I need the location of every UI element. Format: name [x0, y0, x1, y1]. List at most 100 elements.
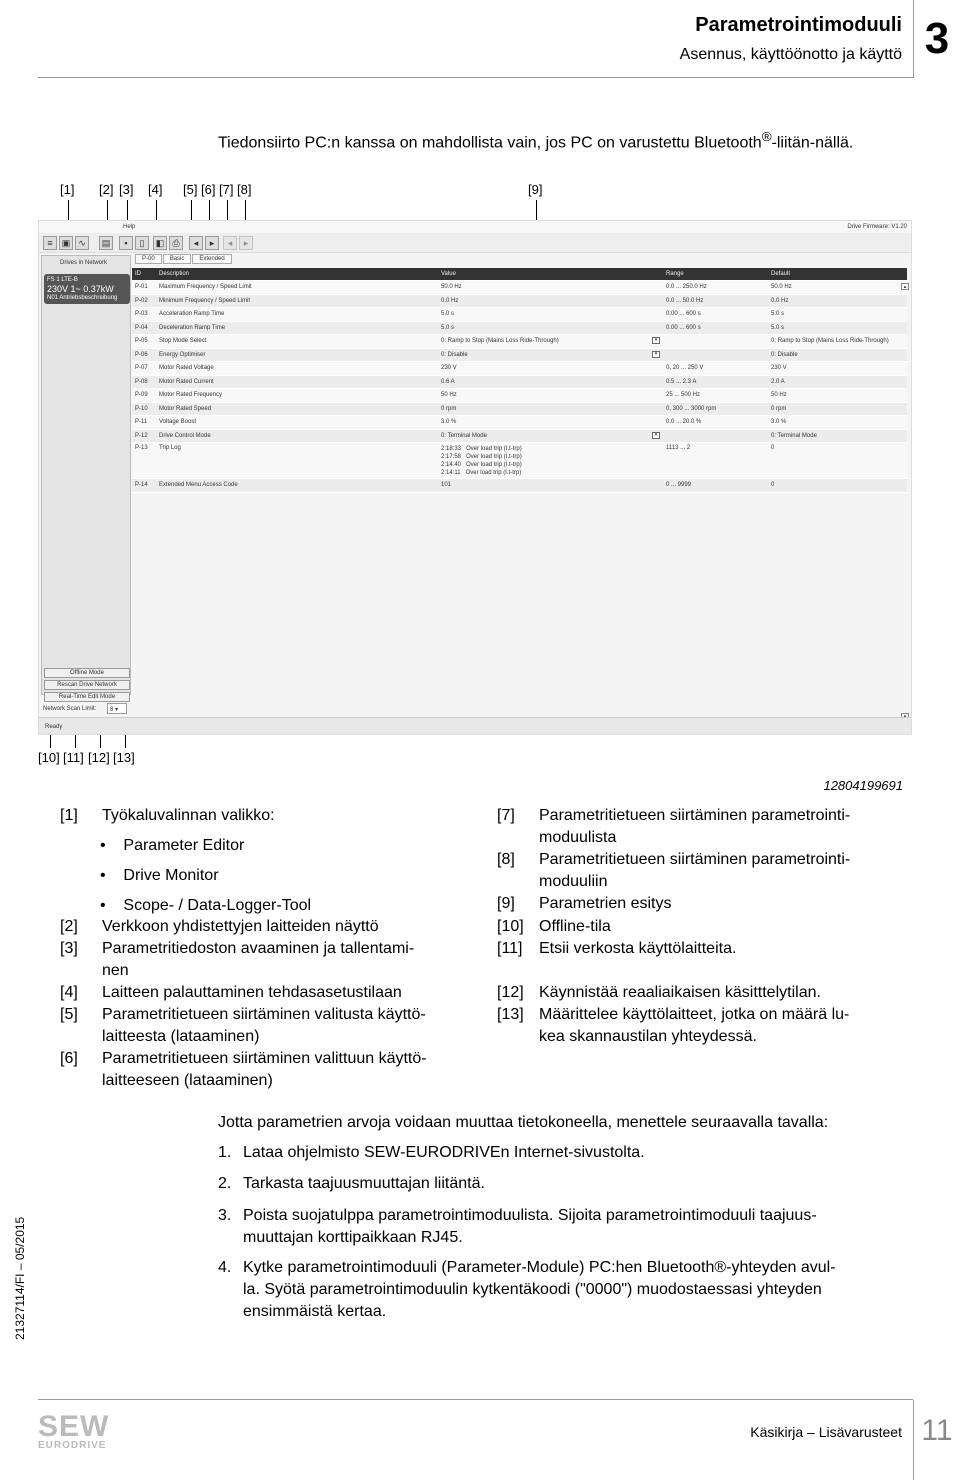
- legend-number: [3]: [60, 940, 78, 957]
- table-header: ID Description Value Range Default: [132, 268, 907, 281]
- table-row[interactable]: P-04 Deceleration Ramp Time 5.0 s 0.00 ... …: [132, 321, 907, 335]
- table-row[interactable]: P-07 Motor Rated Voltage 230 V 0, 20 ... 25…: [132, 362, 907, 376]
- cell-range: 0.00 ... 600 s: [666, 324, 701, 331]
- callout-label: [5]: [183, 182, 198, 197]
- table-row[interactable]: P-03 Acceleration Ramp Time 5.0 s 0.00 ... …: [132, 308, 907, 322]
- column-header[interactable]: Value: [441, 271, 666, 277]
- download-to-drive-icon[interactable]: ▸: [205, 236, 219, 250]
- legend-text: Parametritiedoston avaaminen ja tallenta…: [102, 940, 415, 979]
- dropdown-arrow-icon[interactable]: ▾: [652, 350, 660, 358]
- eurodrive-logo-text: EURODRIVE: [38, 1440, 107, 1451]
- cell-range: 25 ... 500 Hz: [666, 392, 701, 399]
- table-row[interactable]: P-14 Extended Menu Access Code 101 0 ... 99…: [132, 479, 907, 493]
- status-bar: Ready: [39, 717, 911, 734]
- cell-value: 0 rpm: [441, 405, 457, 412]
- monitor-icon[interactable]: ▣: [59, 236, 73, 250]
- table-row[interactable]: P-06 Energy Optimiser 0: Disable ▾ 0: Disabl…: [132, 348, 907, 362]
- drive-item[interactable]: FS 1 LTE-B 230V 1~ 0.37kW N01 Antriebsbe…: [44, 274, 130, 304]
- step-number: 1.: [218, 1144, 232, 1161]
- cell-range: 0.0 ... 20.0 %: [666, 419, 702, 426]
- callout-label: [7]: [219, 182, 234, 197]
- cell-desc: Motor Rated Current: [159, 378, 214, 385]
- callout-label: [13]: [113, 750, 135, 765]
- tab-basic[interactable]: Basic: [162, 254, 192, 264]
- table-row[interactable]: P-08 Motor Rated Current 0.6 A 0.5 ... 2.3 …: [132, 375, 907, 389]
- cell-def: 0: [771, 445, 775, 451]
- cell-range: 0.5 ... 2.3 A: [666, 378, 697, 385]
- legend-number: [11]: [497, 940, 523, 957]
- cell-def: 0: [771, 482, 775, 489]
- table-row[interactable]: P-01 Maximum Frequency / Speed Limit 50.0 …: [132, 281, 907, 295]
- callout-label: [3]: [119, 182, 134, 197]
- tab-extended[interactable]: Extended: [192, 254, 232, 264]
- menu-bar: Help Drive Firmware: V1.20: [39, 221, 911, 233]
- upload-from-module-icon[interactable]: ◂: [223, 236, 237, 250]
- sew-logo: SEW: [38, 1410, 110, 1443]
- cell-id: P-01: [135, 284, 148, 291]
- legend-text: Offline-tila: [539, 918, 611, 935]
- cell-range: 0.0 ... 250.0 Hz: [666, 284, 707, 291]
- column-header[interactable]: Default: [771, 271, 907, 277]
- cell-id: P-03: [135, 311, 148, 318]
- open-file-icon[interactable]: ▯: [135, 236, 149, 250]
- print-icon[interactable]: ⎙: [169, 236, 183, 250]
- cell-range: 0.0 ... 50.0 Hz: [666, 297, 704, 304]
- cell-desc: Acceleration Ramp Time: [159, 311, 225, 318]
- cell-desc: Stop Mode Select: [159, 338, 207, 345]
- table-row[interactable]: P-12 Drive Control Mode 0: Terminal Mode ▾ 0…: [132, 429, 907, 443]
- menu-help[interactable]: Help: [123, 224, 135, 230]
- tab-p00[interactable]: P-00: [135, 254, 162, 264]
- column-header[interactable]: Description: [159, 271, 441, 277]
- step-text: Kytke parametrointimoduuli (Parameter-Mo…: [243, 1259, 836, 1320]
- cell-id: P-10: [135, 405, 148, 412]
- table-row[interactable]: P-02 Minimum Frequency / Speed Limit 0.0 H…: [132, 294, 907, 308]
- cell-desc: Motor Rated Frequency: [159, 392, 223, 399]
- table-row[interactable]: P-11 Voltage Boost 3.0 % 0.0 ... 20.0 % 3.0 …: [132, 416, 907, 430]
- tool-list-icon[interactable]: ≡: [43, 236, 57, 250]
- cell-value: 0.6 A: [441, 378, 455, 385]
- legend-number: [1]: [60, 807, 78, 824]
- callout-label: [4]: [148, 182, 163, 197]
- cell-id: P-12: [135, 432, 148, 439]
- cell-def: 0 rpm: [771, 405, 787, 412]
- scope-icon[interactable]: ∿: [75, 236, 89, 250]
- column-header[interactable]: ID: [132, 271, 159, 277]
- header-subtitle: Asennus, käyttöönotto ja käyttö: [679, 46, 902, 63]
- scroll-up-icon[interactable]: ▴: [901, 283, 909, 290]
- download-to-module-icon[interactable]: ▸: [239, 236, 253, 250]
- cell-id: P-08: [135, 378, 148, 385]
- cell-value: 0.0 Hz: [441, 297, 459, 304]
- dropdown-arrow-icon[interactable]: ▾: [652, 431, 660, 439]
- firmware-label: Drive Firmware: V1.20: [847, 224, 907, 230]
- cell-desc: Minimum Frequency / Speed Limit: [159, 297, 251, 304]
- cell-def: 230 V: [771, 365, 787, 372]
- legend-text: Verkkoon yhdistettyjen laitteiden näyttö: [102, 918, 379, 935]
- table-row[interactable]: P-10 Motor Rated Speed 0 rpm 0, 300 ... 300…: [132, 402, 907, 416]
- cell-desc: Maximum Frequency / Speed Limit: [159, 284, 252, 291]
- legend-number: [10]: [497, 918, 524, 935]
- legend-text: Parametritietueen siirtäminen parametroi…: [539, 807, 851, 846]
- dropdown-arrow-icon[interactable]: ▾: [652, 337, 660, 345]
- drives-sidebar: Drives in Network FS 1 LTE-B 230V 1~ 0.3…: [41, 255, 131, 702]
- cell-def: 0: Terminal Mode: [771, 432, 817, 439]
- upload-from-drive-icon[interactable]: ◂: [189, 236, 203, 250]
- callout-label: [8]: [237, 182, 252, 197]
- network-drives-icon[interactable]: ▤: [99, 236, 113, 250]
- cell-def: 0: Ramp to Stop (Mains Loss Ride-Through…: [771, 338, 889, 345]
- column-header[interactable]: Range: [666, 271, 771, 277]
- table-row[interactable]: P-09 Motor Rated Frequency 50 Hz 25 ... 500…: [132, 389, 907, 403]
- realtime-edit-button[interactable]: Real-Time Edit Mode: [44, 692, 130, 702]
- footer-divider: [38, 1399, 913, 1400]
- save-icon[interactable]: ▪: [119, 236, 133, 250]
- table-row[interactable]: P-13 Trip Log 2:18:33 Over load trip (I.t-…: [132, 443, 907, 479]
- callout-label: [6]: [201, 182, 216, 197]
- scan-limit-select[interactable]: 8 ▾: [107, 703, 127, 714]
- note-text: Tiedonsiirto PC:n kanssa on mahdollista …: [218, 129, 854, 152]
- legend-text: Laitteen palauttaminen tehdasasetustilaa…: [102, 984, 402, 1001]
- rescan-network-button[interactable]: Rescan Drive Network: [44, 680, 130, 690]
- cell-def: 0: Disable: [771, 351, 798, 358]
- toolbar: ≡ ▣ ∿ ▤ ▪ ▯ ◧ ⎙ ◂ ▸ ◂ ▸: [39, 233, 911, 253]
- offline-mode-button[interactable]: Offline Mode: [44, 668, 130, 678]
- factory-reset-icon[interactable]: ◧: [153, 236, 167, 250]
- table-row[interactable]: P-05 Stop Mode Select 0: Ramp to Stop (Mai…: [132, 335, 907, 349]
